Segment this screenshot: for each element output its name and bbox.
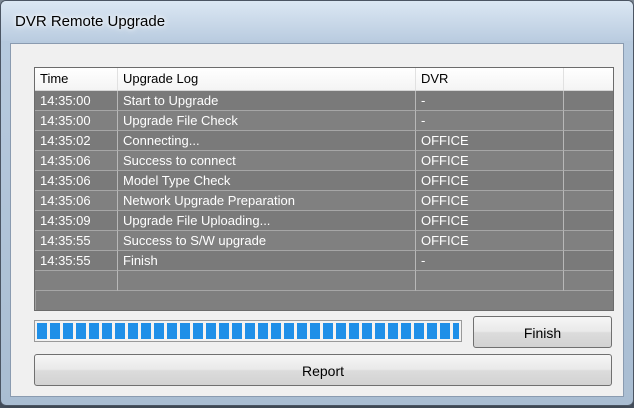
cell-upgrade-log: Connecting... — [118, 131, 416, 151]
cell-dvr: OFFICE — [416, 231, 564, 251]
cell-blank — [564, 171, 613, 191]
cell-upgrade-log: Model Type Check — [118, 171, 416, 191]
table-row[interactable]: 14:35:02 Connecting... OFFICE — [35, 131, 613, 151]
cell-time: 14:35:06 — [35, 191, 118, 211]
cell-dvr: - — [416, 111, 564, 131]
cell-upgrade-log: Upgrade File Check — [118, 111, 416, 131]
table-row[interactable]: 14:35:06 Network Upgrade Preparation OFFIC… — [35, 191, 613, 211]
finish-button[interactable]: Finish — [473, 316, 612, 348]
cell-dvr: OFFICE — [416, 191, 564, 211]
cell-upgrade-log — [118, 271, 416, 291]
cell-blank — [564, 191, 613, 211]
cell-blank — [564, 231, 613, 251]
table-row[interactable]: 14:35:06 Model Type Check OFFICE — [35, 171, 613, 191]
cell-dvr: OFFICE — [416, 151, 564, 171]
upgrade-dialog: DVR Remote Upgrade Time Upgrade Log DVR … — [0, 0, 634, 406]
cell-time: 14:35:55 — [35, 231, 118, 251]
cell-time: 14:35:02 — [35, 131, 118, 151]
list-header: Time Upgrade Log DVR — [35, 68, 613, 91]
upgrade-progress-bar — [34, 320, 462, 342]
cell-dvr: OFFICE — [416, 131, 564, 151]
title-bar[interactable]: DVR Remote Upgrade — [1, 1, 633, 41]
cell-upgrade-log: Network Upgrade Preparation — [118, 191, 416, 211]
cell-time: 14:35:06 — [35, 171, 118, 191]
cell-time: 14:35:09 — [35, 211, 118, 231]
cell-blank — [564, 111, 613, 131]
cell-upgrade-log: Start to Upgrade — [118, 91, 416, 111]
cell-dvr: - — [416, 91, 564, 111]
table-row[interactable]: 14:35:00 Upgrade File Check - — [35, 111, 613, 131]
cell-blank — [564, 211, 613, 231]
cell-dvr: OFFICE — [416, 211, 564, 231]
cell-blank — [564, 91, 613, 111]
table-row[interactable]: 14:35:55 Success to S/W upgrade OFFICE — [35, 231, 613, 251]
log-rows: 14:35:00 Start to Upgrade -14:35:00 Upgrade… — [35, 91, 613, 291]
cell-time: 14:35:00 — [35, 91, 118, 111]
cell-upgrade-log: Upgrade File Uploading... — [118, 211, 416, 231]
column-header-time[interactable]: Time — [35, 68, 118, 90]
cell-blank — [564, 131, 613, 151]
table-row[interactable] — [35, 271, 613, 291]
table-row[interactable]: 14:35:55 Finish - — [35, 251, 613, 271]
report-button[interactable]: Report — [34, 354, 612, 386]
table-row[interactable]: 14:35:00 Start to Upgrade - — [35, 91, 613, 111]
progress-fill — [37, 323, 459, 339]
table-row[interactable]: 14:35:06 Success to connect OFFICE — [35, 151, 613, 171]
upgrade-log-list[interactable]: Time Upgrade Log DVR 14:35:00 Start to Up… — [34, 67, 614, 311]
cell-blank — [564, 271, 613, 291]
table-row[interactable]: 14:35:09 Upgrade File Uploading... OFFICE — [35, 211, 613, 231]
cell-upgrade-log: Finish — [118, 251, 416, 271]
window-title: DVR Remote Upgrade — [15, 13, 166, 30]
column-header-dvr[interactable]: DVR — [416, 68, 564, 90]
dialog-client-area: Time Upgrade Log DVR 14:35:00 Start to Up… — [10, 43, 624, 397]
cell-time: 14:35:55 — [35, 251, 118, 271]
cell-blank — [564, 251, 613, 271]
cell-time — [35, 271, 118, 291]
cell-time: 14:35:06 — [35, 151, 118, 171]
cell-dvr — [416, 271, 564, 291]
cell-dvr: - — [416, 251, 564, 271]
cell-upgrade-log: Success to S/W upgrade — [118, 231, 416, 251]
cell-time: 14:35:00 — [35, 111, 118, 131]
cell-blank — [564, 151, 613, 171]
column-header-blank[interactable] — [564, 68, 613, 90]
column-header-upgrade-log[interactable]: Upgrade Log — [118, 68, 416, 90]
cell-upgrade-log: Success to connect — [118, 151, 416, 171]
cell-dvr: OFFICE — [416, 171, 564, 191]
